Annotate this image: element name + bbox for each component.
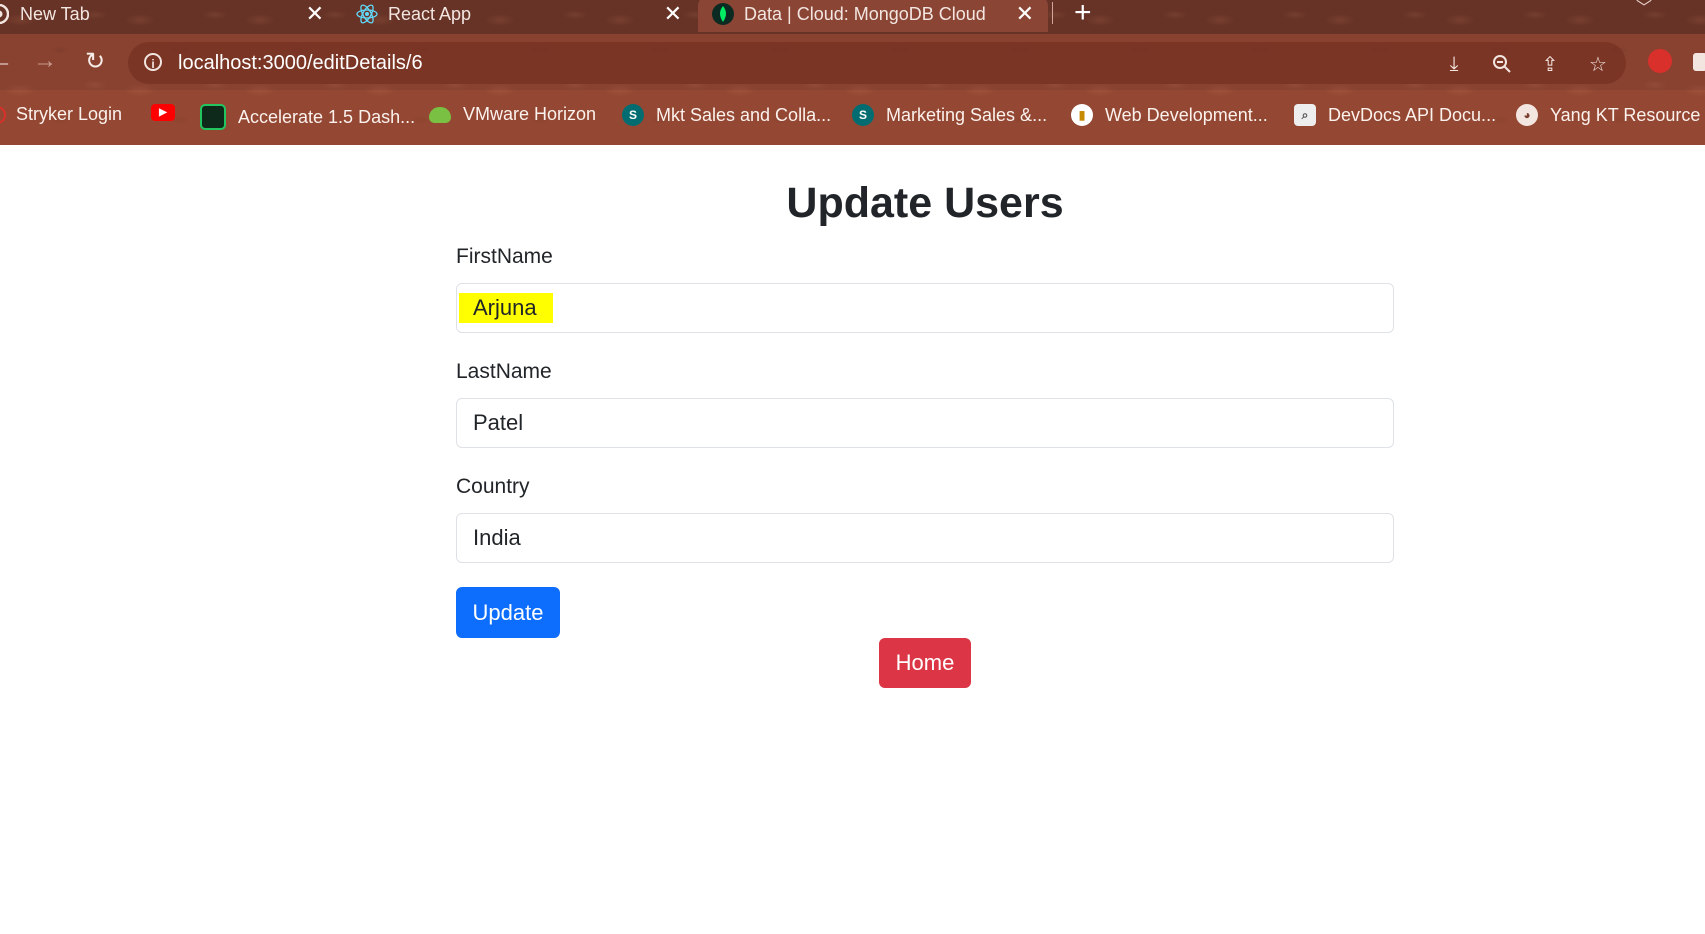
country-value: India xyxy=(473,525,521,550)
bookmark-label: Web Development... xyxy=(1105,104,1268,125)
chrome-icon xyxy=(0,3,10,25)
mongodb-leaf-icon xyxy=(712,3,734,25)
bookmarks-bar: Stryker Login ▶ Accelerate 1.5 Dash... V… xyxy=(0,90,1705,145)
bookmark-icon: ▮ xyxy=(1071,104,1093,126)
accelerate-icon xyxy=(200,104,226,130)
bookmark-label: Stryker Login xyxy=(16,104,123,124)
close-icon[interactable]: ✕ xyxy=(1016,2,1034,26)
bookmark-label: VMware Horizon xyxy=(463,104,597,124)
reload-icon[interactable]: ↻ xyxy=(80,46,110,76)
address-url[interactable]: localhost:3000/editDetails/6 xyxy=(178,52,423,75)
react-icon xyxy=(356,3,378,25)
bookmark-stryker-login[interactable]: Stryker Login xyxy=(0,104,122,125)
bookmark-devdocs[interactable]: ⌕ DevDocs API Docu... xyxy=(1294,104,1496,126)
first-name-value: Arjuna xyxy=(459,293,553,323)
country-label: Country xyxy=(456,475,530,498)
update-user-form: FirstName Arjuna LastName Patel Country … xyxy=(456,245,1394,590)
first-name-label: FirstName xyxy=(456,245,553,268)
tab-separator xyxy=(1052,2,1053,24)
page-title: Update Users xyxy=(786,179,1064,227)
youtube-icon: ▶ xyxy=(151,104,175,121)
tab-mongodb[interactable]: Data | Cloud: MongoDB Cloud ✕ xyxy=(698,0,1048,32)
toolbar: ← → ↻ i localhost:3000/editDetails/6 ⤓ ⇪… xyxy=(0,34,1705,90)
star-icon[interactable]: ☆ xyxy=(1586,52,1610,76)
extension-icon[interactable] xyxy=(1648,49,1672,73)
bookmark-label: DevDocs API Docu... xyxy=(1328,104,1497,125)
extensions-puzzle-icon[interactable] xyxy=(1693,53,1705,71)
bookmark-accelerate[interactable]: Accelerate 1.5 Dash... xyxy=(200,104,415,130)
bookmark-web-development[interactable]: ▮ Web Development... xyxy=(1071,104,1268,126)
tab-title: React App xyxy=(388,3,472,24)
browser-chrome: New Tab ✕ React App ✕ Data | Cloud: Mong… xyxy=(0,0,1705,145)
tab-search-chevron-icon[interactable]: ﹀ xyxy=(1636,0,1652,18)
devdocs-icon: ⌕ xyxy=(1294,104,1316,126)
share-icon[interactable]: ⇪ xyxy=(1538,52,1562,76)
tab-title: New Tab xyxy=(20,3,90,24)
page-content: Update Users FirstName Arjuna LastName P… xyxy=(0,145,1705,934)
address-bar[interactable]: i localhost:3000/editDetails/6 ⤓ ⇪ ☆ xyxy=(128,42,1626,84)
install-app-icon[interactable]: ⤓ xyxy=(1442,52,1466,76)
zoom-icon[interactable] xyxy=(1490,52,1514,76)
update-button[interactable]: Update xyxy=(456,587,560,638)
bookmark-marketing-sales[interactable]: S Marketing Sales &... xyxy=(852,104,1047,126)
back-arrow-icon[interactable]: ← xyxy=(0,46,16,76)
home-button[interactable]: Home xyxy=(879,638,971,688)
bookmark-vmware-horizon[interactable]: VMware Horizon xyxy=(429,104,596,125)
new-tab-plus-icon[interactable]: + xyxy=(1074,0,1092,30)
country-input[interactable]: India xyxy=(456,513,1394,563)
site-info-icon[interactable]: i xyxy=(144,53,162,71)
bookmark-label: Marketing Sales &... xyxy=(886,104,1048,125)
tab-strip: New Tab ✕ React App ✕ Data | Cloud: Mong… xyxy=(0,0,1705,34)
bookmark-youtube[interactable]: ▶ xyxy=(151,104,187,121)
last-name-label: LastName xyxy=(456,360,552,383)
forward-arrow-icon[interactable]: → xyxy=(30,46,60,76)
bookmark-label: Yang KT Resource xyxy=(1550,104,1701,125)
close-icon[interactable]: ✕ xyxy=(306,2,324,26)
bookmark-yang-kt[interactable]: ◕ Yang KT Resource xyxy=(1516,104,1700,126)
tab-new-tab[interactable]: New Tab ✕ xyxy=(0,0,338,32)
globe-icon xyxy=(0,105,6,124)
last-name-value: Patel xyxy=(473,410,524,435)
last-name-input[interactable]: Patel xyxy=(456,398,1394,448)
tab-title: Data | Cloud: MongoDB Cloud xyxy=(744,3,986,24)
sharepoint-icon: S xyxy=(852,104,874,126)
close-icon[interactable]: ✕ xyxy=(664,2,682,26)
bookmark-label: Mkt Sales and Colla... xyxy=(656,104,832,125)
globe-icon: ◕ xyxy=(1516,104,1538,126)
cloud-icon xyxy=(429,106,451,123)
first-name-input[interactable]: Arjuna xyxy=(456,283,1394,333)
sharepoint-icon: S xyxy=(622,104,644,126)
bookmark-mkt-sales[interactable]: S Mkt Sales and Colla... xyxy=(622,104,831,126)
bookmark-label: Accelerate 1.5 Dash... xyxy=(238,106,416,127)
tab-react-app[interactable]: React App ✕ xyxy=(344,0,696,32)
